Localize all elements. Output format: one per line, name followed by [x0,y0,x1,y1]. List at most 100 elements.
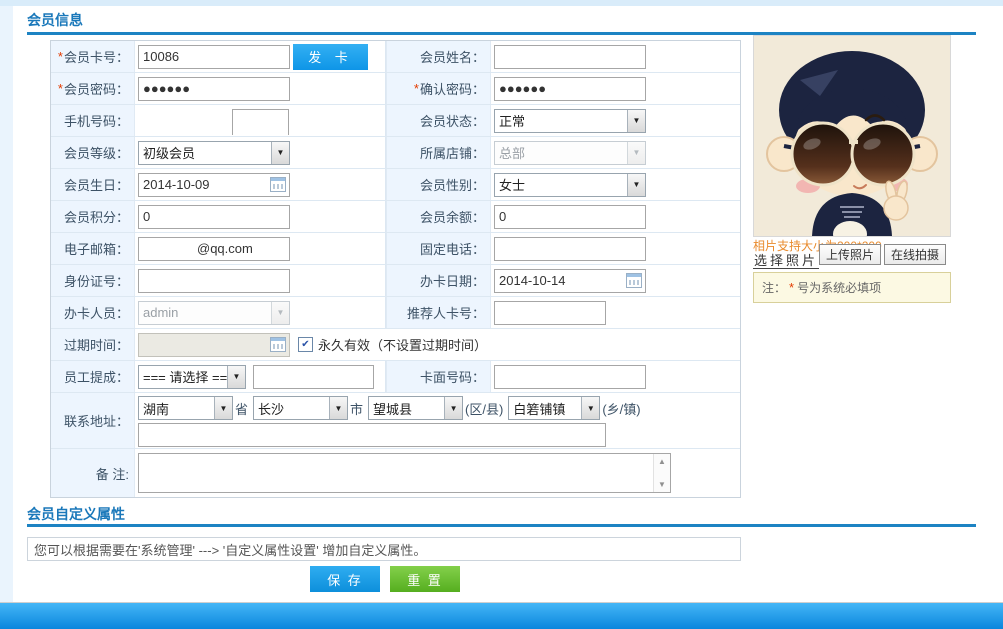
card-date-label: 办卡日期： [386,265,491,296]
card-date-input[interactable]: 2014-10-14 [494,268,646,293]
province-suffix: 省 [235,401,249,417]
section-title-custom-attrs: 会员自定义属性 [27,506,125,522]
district-select[interactable]: 望城县 ▼ [368,396,464,420]
address-detail-input[interactable] [138,423,606,447]
province-select[interactable]: 湖南 ▼ [138,396,233,420]
commission-select[interactable]: === 请选择 === ▼ [138,364,246,389]
gender-select[interactable]: 女士 ▼ [494,172,646,197]
chevron-down-icon: ▼ [581,397,600,419]
section-title-member-info: 会员信息 [27,12,83,28]
gender-label: 会员性别： [386,169,491,200]
permanent-checkbox[interactable] [298,337,313,352]
status-label: 会员状态： [386,105,491,136]
member-form-page: 会员信息 *会员卡号： 发 卡 会员姓名： *会员密码： *确认密码： [0,0,1003,629]
textarea-scrollbar[interactable]: ▲ ▼ [653,454,670,492]
mobile-input[interactable] [232,109,289,135]
scroll-down-icon[interactable]: ▼ [658,477,666,492]
password-input[interactable] [138,76,290,101]
form-row: 联系地址： 湖南 ▼ 省 长沙 ▼ 市 望城县 ▼ (区/县) 白箬铺镇 ▼ (… [51,393,740,449]
email-input[interactable] [138,236,290,261]
remark-textarea[interactable]: ▲ ▼ [138,453,671,493]
card-no-input[interactable] [138,44,290,69]
issue-card-button[interactable]: 发 卡 [293,43,368,70]
choose-photo-button[interactable]: 选择照片 [753,250,819,269]
calendar-icon[interactable] [270,337,286,352]
chevron-down-icon: ▼ [329,397,348,419]
town-suffix: (乡/镇) [602,401,641,417]
chevron-down-icon: ▼ [627,173,645,196]
member-name-input[interactable] [494,44,646,69]
required-mark: * [413,81,419,96]
status-select[interactable]: 正常 ▼ [494,108,646,133]
member-info-form: *会员卡号： 发 卡 会员姓名： *会员密码： *确认密码： 手机号码： [50,40,741,498]
chevron-down-icon: ▼ [271,301,289,324]
chevron-down-icon: ▼ [214,397,232,419]
form-row: 会员等级： 初级会员 ▼ 所属店铺： 总部 ▼ [51,137,740,169]
chevron-down-icon: ▼ [271,141,289,164]
remark-label: 备 注: [51,449,135,497]
mobile-label: 手机号码： [51,105,135,136]
card-no-label: * 会员卡号： [51,41,135,72]
password-label: * 会员密码： [51,73,135,104]
operator-label: 办卡人员： [51,297,135,328]
reset-button[interactable]: 重 置 [390,566,460,592]
city-suffix: 市 [350,401,364,417]
balance-label: 会员余额： [386,201,491,232]
referrer-card-label: 推荐人卡号： [386,297,491,328]
permanent-checkbox-label: 永久有效（不设置过期时间） [318,338,488,353]
level-select[interactable]: 初级会员 ▼ [138,140,290,165]
points-input[interactable] [138,204,290,229]
save-button[interactable]: 保 存 [310,566,380,592]
form-row: *会员卡号： 发 卡 会员姓名： [51,41,740,73]
custom-attr-help: 您可以根据需要在'系统管理' ---> '自定义属性设置' 增加自定义属性。 [27,537,741,561]
section-divider [27,524,976,527]
form-row: 备 注: ▲ ▼ [51,449,740,497]
required-note: 注： * 号为系统必填项 [753,272,951,303]
chevron-down-icon: ▼ [627,109,645,132]
card-face-label: 卡面号码： [386,361,491,392]
balance-input[interactable] [494,204,646,229]
district-suffix: (区/县) [465,401,504,417]
footer-bar [0,602,1003,629]
top-strip [0,0,1003,6]
telephone-input[interactable] [494,236,646,261]
member-photo [753,35,951,237]
chevron-down-icon: ▼ [227,365,245,388]
referrer-card-input[interactable] [494,300,606,325]
expire-label: 过期时间： [51,329,135,360]
confirm-password-input[interactable] [494,76,646,101]
operator-select: admin ▼ [138,300,290,325]
form-row: 电子邮箱： 固定电话： [51,233,740,265]
confirm-password-label: * 确认密码： [386,73,491,104]
store-select: 总部 ▼ [494,140,646,165]
points-label: 会员积分： [51,201,135,232]
town-select[interactable]: 白箬铺镇 ▼ [508,396,601,420]
form-row: 会员积分： 会员余额： [51,201,740,233]
commission-label: 员工提成： [51,361,135,392]
city-select[interactable]: 长沙 ▼ [253,396,349,420]
chevron-down-icon: ▼ [627,141,645,164]
level-label: 会员等级： [51,137,135,168]
required-mark: * [57,49,63,64]
required-mark: * [57,81,63,96]
calendar-icon[interactable] [626,273,642,288]
birthday-input[interactable]: 2014-10-09 [138,172,290,197]
store-label: 所属店铺： [386,137,491,168]
form-row: 员工提成： === 请选择 === ▼ 卡面号码： [51,361,740,393]
id-card-input[interactable] [138,268,290,293]
scroll-up-icon[interactable]: ▲ [658,454,666,469]
address-label: 联系地址： [51,393,135,448]
id-card-label: 身份证号： [51,265,135,296]
expire-input [138,332,290,357]
form-row: *会员密码： *确认密码： [51,73,740,105]
form-row: 会员生日： 2014-10-09 会员性别： 女士 ▼ [51,169,740,201]
telephone-label: 固定电话： [386,233,491,264]
upload-photo-button[interactable]: 上传照片 [819,244,881,265]
online-capture-button[interactable]: 在线拍摄 [884,244,946,265]
member-name-label: 会员姓名： [386,41,491,72]
commission-amount-input[interactable] [253,364,374,389]
card-face-input[interactable] [494,364,646,389]
form-row: 过期时间： 永久有效（不设置过期时间） [51,329,740,361]
calendar-icon[interactable] [270,177,286,192]
required-mark: * [789,280,795,295]
